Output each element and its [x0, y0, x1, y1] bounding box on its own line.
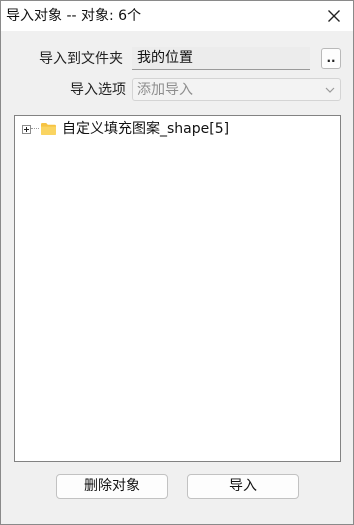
title-bar: 导入对象 -- 对象: 6个 [1, 1, 353, 31]
delete-objects-button[interactable]: 删除对象 [56, 474, 168, 499]
folder-icon [41, 123, 56, 135]
expand-icon[interactable] [22, 124, 31, 134]
browse-button[interactable]: .. [321, 48, 341, 69]
chevron-down-icon [325, 87, 335, 93]
window-title: 导入对象 -- 对象: 6个 [6, 8, 142, 24]
folder-field[interactable]: 我的位置 [132, 47, 310, 70]
close-button[interactable] [321, 3, 347, 29]
import-options-value: 添加导入 [137, 82, 193, 98]
import-button[interactable]: 导入 [187, 474, 299, 499]
folder-label: 导入到文件夹 [39, 51, 123, 67]
import-options-select[interactable]: 添加导入 [132, 78, 341, 101]
import-objects-dialog: 导入对象 -- 对象: 6个 导入到文件夹 我的位置 .. 导入选项 添加导入 … [0, 0, 354, 525]
import-options-label: 导入选项 [70, 82, 126, 98]
tree-node-label: 自定义填充图案_shape[5] [62, 121, 230, 137]
tree-connector [31, 128, 39, 130]
close-icon [328, 10, 340, 22]
object-tree[interactable]: 自定义填充图案_shape[5] [14, 115, 341, 462]
tree-node[interactable]: 自定义填充图案_shape[5] [22, 120, 229, 138]
